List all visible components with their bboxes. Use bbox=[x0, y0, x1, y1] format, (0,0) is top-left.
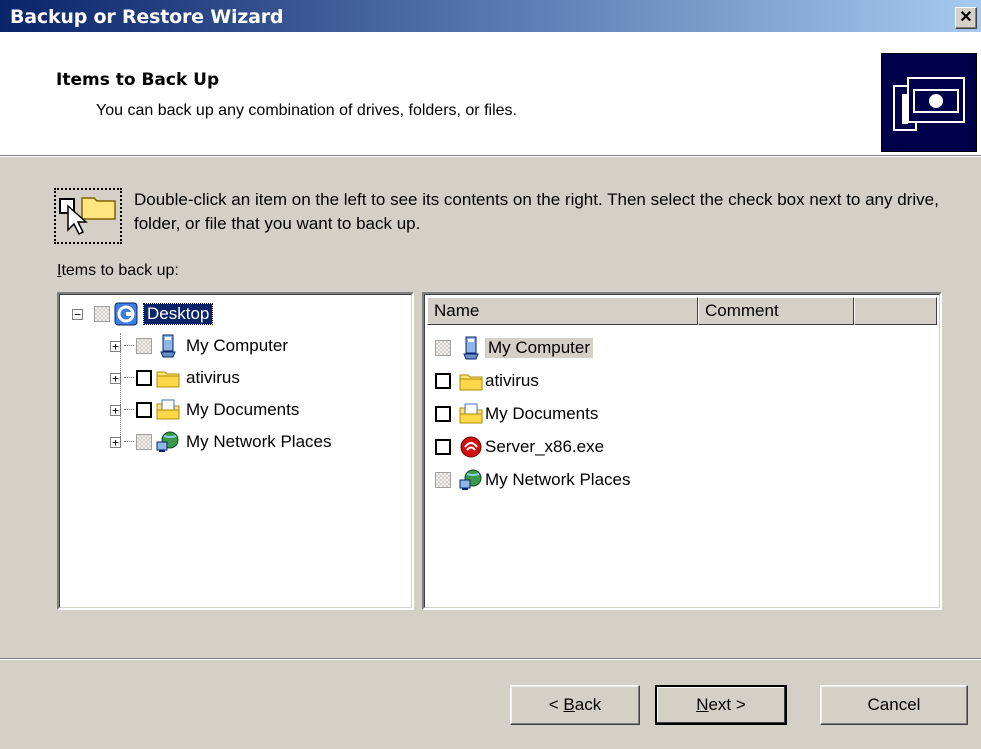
tree-item-my-network-places[interactable]: + My Network Places bbox=[110, 429, 331, 455]
list-item[interactable]: ativirus bbox=[435, 368, 539, 394]
tree-root-desktop[interactable]: − Desktop bbox=[72, 301, 214, 327]
expand-icon[interactable]: + bbox=[110, 372, 121, 384]
list-item[interactable]: My Network Places bbox=[435, 467, 630, 493]
folder-tree-inner: − Desktop + My Computer + ativirus + My … bbox=[59, 294, 412, 608]
file-list-inner: Name Comment My Computer ativirus My Doc… bbox=[424, 294, 940, 608]
list-item-label: My Documents bbox=[485, 404, 599, 423]
items-to-back-up-label: Items to back up: bbox=[57, 262, 179, 280]
folder-icon bbox=[459, 369, 483, 393]
close-button[interactable]: ✕ bbox=[955, 7, 977, 29]
documents-icon bbox=[156, 398, 180, 422]
list-item-label: ativirus bbox=[485, 371, 539, 390]
expand-icon[interactable]: + bbox=[110, 436, 121, 448]
my-network-places-list-checkbox[interactable] bbox=[435, 472, 451, 488]
backup-wizard-window: Backup or Restore Wizard ✕ Items to Back… bbox=[0, 0, 981, 749]
folder-tree[interactable]: − Desktop + My Computer + ativirus + My … bbox=[57, 292, 414, 610]
folder-icon bbox=[156, 366, 180, 390]
next-button[interactable]: Next > bbox=[655, 685, 787, 725]
tree-item-label: My Network Places bbox=[186, 432, 332, 451]
server-exe-list-checkbox[interactable] bbox=[435, 439, 451, 455]
network-icon bbox=[156, 430, 180, 454]
my-documents-checkbox[interactable] bbox=[136, 402, 152, 418]
file-list[interactable]: Name Comment My Computer ativirus My Doc… bbox=[422, 292, 942, 610]
collapse-icon[interactable]: − bbox=[72, 308, 83, 320]
exe-icon bbox=[459, 435, 483, 459]
documents-icon bbox=[459, 402, 483, 426]
column-header-comment[interactable]: Comment bbox=[698, 297, 854, 325]
column-header-name[interactable]: Name bbox=[427, 297, 698, 325]
tree-item-my-computer[interactable]: + My Computer bbox=[110, 333, 288, 359]
tree-item-label: My Computer bbox=[186, 336, 289, 355]
title-bar[interactable]: Backup or Restore Wizard ✕ bbox=[0, 0, 981, 32]
back-button[interactable]: < Back bbox=[510, 685, 640, 725]
close-icon: ✕ bbox=[959, 9, 973, 26]
window-title: Backup or Restore Wizard bbox=[10, 6, 284, 28]
expand-icon[interactable]: + bbox=[110, 404, 121, 416]
tree-item-label: My Documents bbox=[186, 400, 300, 419]
backup-wizard-icon bbox=[881, 53, 977, 152]
tree-dots bbox=[124, 441, 134, 443]
list-header: Name Comment bbox=[427, 297, 937, 325]
tree-item-ativirus[interactable]: + ativirus bbox=[110, 365, 240, 391]
page-subtitle: You can back up any combination of drive… bbox=[96, 102, 517, 119]
back-accelerator: B bbox=[563, 695, 575, 714]
ativirus-checkbox[interactable] bbox=[136, 370, 152, 386]
tree-dots bbox=[124, 377, 134, 379]
back-prefix: < bbox=[548, 695, 564, 714]
list-item-label: My Network Places bbox=[485, 470, 631, 489]
expand-icon[interactable]: + bbox=[110, 340, 121, 352]
next-label: ext > bbox=[708, 695, 746, 714]
cancel-label: Cancel bbox=[867, 695, 921, 714]
items-label-rest: tems to back up: bbox=[61, 262, 179, 279]
button-separator bbox=[0, 658, 981, 660]
list-item[interactable]: Server_x86.exe bbox=[435, 434, 604, 460]
wizard-header: Items to Back Up You can back up any com… bbox=[0, 32, 981, 157]
list-item[interactable]: My Computer bbox=[435, 335, 594, 361]
instruction-text: Double-click an item on the left to see … bbox=[134, 190, 939, 233]
my-documents-list-checkbox[interactable] bbox=[435, 406, 451, 422]
desktop-checkbox[interactable] bbox=[94, 306, 110, 322]
column-header-empty bbox=[854, 297, 937, 325]
my-computer-checkbox[interactable] bbox=[136, 338, 152, 354]
computer-icon bbox=[459, 336, 483, 360]
list-item-label: My Computer bbox=[485, 338, 594, 358]
tree-dots bbox=[124, 345, 134, 347]
ativirus-list-checkbox[interactable] bbox=[435, 373, 451, 389]
tree-item-label: ativirus bbox=[186, 368, 240, 387]
page-title: Items to Back Up bbox=[56, 70, 220, 90]
network-icon bbox=[459, 468, 483, 492]
my-network-places-checkbox[interactable] bbox=[136, 434, 152, 450]
tree-item-my-documents[interactable]: + My Documents bbox=[110, 397, 299, 423]
computer-icon bbox=[156, 334, 180, 358]
my-computer-list-checkbox[interactable] bbox=[435, 340, 451, 356]
desktop-icon bbox=[114, 302, 138, 326]
tree-item-label: Desktop bbox=[142, 303, 214, 325]
next-accelerator: N bbox=[696, 695, 709, 714]
back-label: ack bbox=[574, 695, 602, 714]
checkbox-folder-cursor-icon bbox=[54, 188, 122, 244]
list-item[interactable]: My Documents bbox=[435, 401, 598, 427]
cancel-button[interactable]: Cancel bbox=[820, 685, 968, 725]
tree-dots bbox=[124, 409, 134, 411]
list-item-label: Server_x86.exe bbox=[485, 437, 605, 456]
